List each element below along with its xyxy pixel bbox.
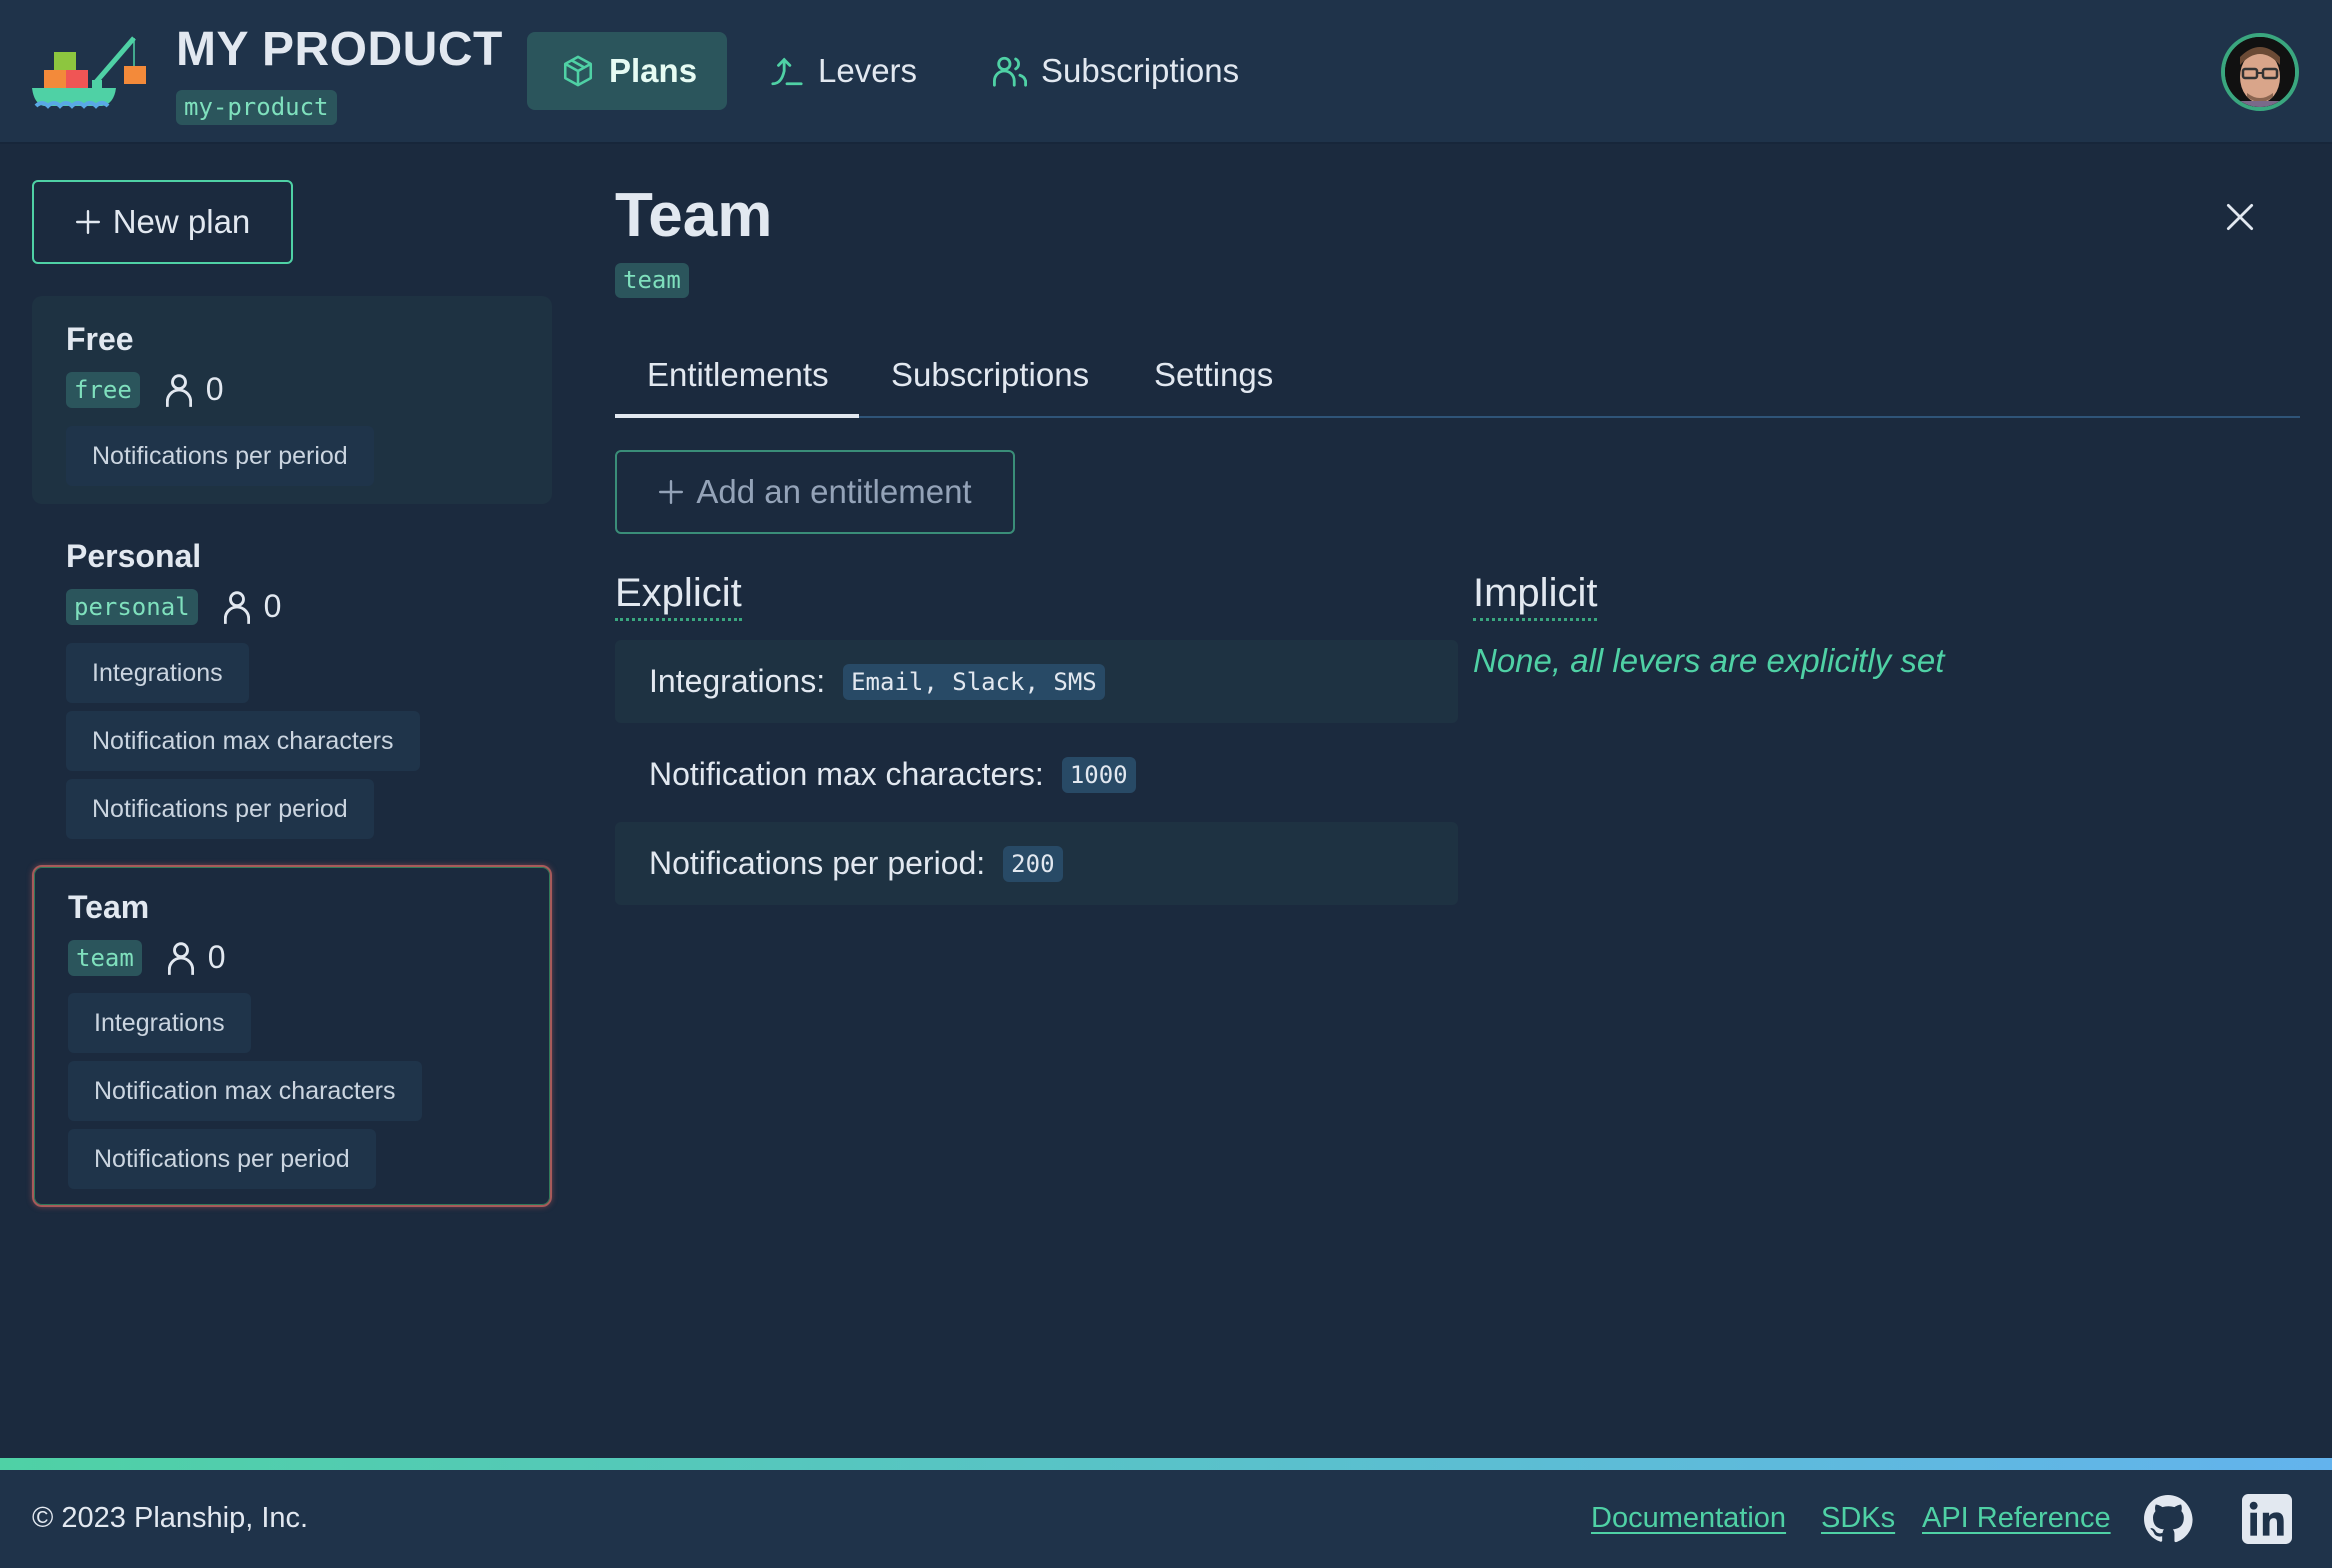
add-entitlement-button[interactable]: Add an entitlement (615, 450, 1015, 534)
nav-plans-label: Plans (609, 52, 698, 89)
entitlement-value: Email, Slack, SMS (843, 663, 1105, 700)
nav-levers[interactable]: Levers (770, 32, 917, 110)
plan-meta: team 0 (68, 939, 226, 976)
subscriber-count: 0 (167, 939, 226, 976)
api-reference-link[interactable]: API Reference (1922, 1502, 2111, 1535)
lever-chip: Integrations (68, 993, 251, 1053)
plan-detail-slug: team (615, 263, 689, 298)
footer: © 2023 Planship, Inc. Documentation SDKs… (0, 1470, 2332, 1568)
user-icon (167, 941, 194, 975)
footer-gradient-bar (0, 1458, 2332, 1470)
lever-chip: Notifications per period (66, 779, 374, 839)
documentation-link[interactable]: Documentation (1591, 1502, 1786, 1535)
nav-subscriptions-label: Subscriptions (1041, 52, 1240, 89)
tab-subscriptions[interactable]: Subscriptions (891, 350, 1089, 418)
subscriber-count-value: 0 (205, 371, 224, 407)
entitlement-value: 200 (1003, 845, 1063, 882)
implicit-empty-text: None, all levers are explicitly set (1473, 642, 1945, 679)
product-slug: my-product (176, 90, 337, 125)
close-icon[interactable] (2226, 203, 2254, 231)
entitlement-label: Notifications per period: (649, 845, 986, 881)
plan-card-free[interactable]: Free free 0 Notifications per period (32, 296, 552, 504)
cube-icon (563, 55, 593, 87)
new-plan-button[interactable]: New plan (32, 180, 293, 264)
lever-chip: Notification max characters (66, 711, 420, 771)
explicit-heading: Explicit (615, 570, 742, 621)
add-entitlement-label: Add an entitlement (696, 473, 972, 510)
implicit-heading: Implicit (1473, 570, 1598, 621)
lever-chip: Notifications per period (68, 1129, 376, 1189)
plan-name: Team (68, 889, 150, 925)
lever-arrow-icon (771, 57, 803, 86)
plan-meta: personal 0 (66, 588, 281, 625)
plan-card-personal[interactable]: Personal personal 0 Integrations Notific… (32, 523, 552, 845)
tab-settings[interactable]: Settings (1154, 350, 1273, 418)
copyright-text: © 2023 Planship, Inc. (32, 1502, 309, 1534)
avatar-face-icon (2225, 37, 2295, 107)
entitlement-row[interactable]: Integrations: Email, Slack, SMS (615, 640, 1458, 723)
entitlement-label: Notification max characters: (649, 756, 1044, 792)
plan-name: Personal (66, 538, 202, 574)
subscriber-count-value: 0 (207, 939, 226, 975)
plan-slug: personal (66, 588, 198, 625)
subscriber-count-value: 0 (263, 588, 282, 624)
plus-icon (75, 209, 100, 235)
plan-slug: team (68, 939, 142, 976)
plus-icon (659, 479, 684, 505)
users-icon (993, 56, 1027, 87)
sdks-link[interactable]: SDKs (1821, 1502, 1895, 1535)
linkedin-icon[interactable] (2242, 1494, 2292, 1544)
lever-chip: Notifications per period (66, 426, 374, 486)
tab-entitlements[interactable]: Entitlements (615, 350, 859, 418)
github-icon[interactable] (2143, 1494, 2193, 1544)
plan-card-team[interactable]: Team team 0 Integrations Notification ma… (32, 865, 552, 1207)
user-icon (223, 590, 250, 624)
detail-tabs: Entitlements Subscriptions Settings (615, 340, 2300, 418)
subscriber-count: 0 (165, 371, 224, 408)
new-plan-label: New plan (112, 203, 251, 240)
lever-chip: Notification max characters (68, 1061, 422, 1121)
product-title: MY PRODUCT (176, 23, 503, 76)
entitlement-row[interactable]: Notification max characters: 1000 (615, 733, 1458, 816)
nav-plans[interactable]: Plans (527, 32, 727, 110)
entitlement-value: 1000 (1061, 756, 1136, 793)
plan-detail-title: Team (615, 181, 773, 250)
subscriber-count: 0 (223, 588, 282, 625)
user-icon (165, 373, 192, 407)
entitlement-row[interactable]: Notifications per period: 200 (615, 822, 1458, 905)
plan-name: Free (66, 321, 134, 357)
lever-chip: Integrations (66, 643, 249, 703)
cargo-ship-logo-icon[interactable] (30, 34, 148, 110)
plan-slug: free (66, 371, 140, 408)
user-avatar[interactable] (2221, 33, 2299, 111)
nav-levers-label: Levers (818, 52, 918, 89)
plan-meta: free 0 (66, 371, 224, 408)
nav-subscriptions[interactable]: Subscriptions (993, 32, 1239, 110)
top-header: MY PRODUCT my-product Plans Levers Subsc… (0, 0, 2332, 144)
entitlement-label: Integrations: (649, 663, 826, 699)
